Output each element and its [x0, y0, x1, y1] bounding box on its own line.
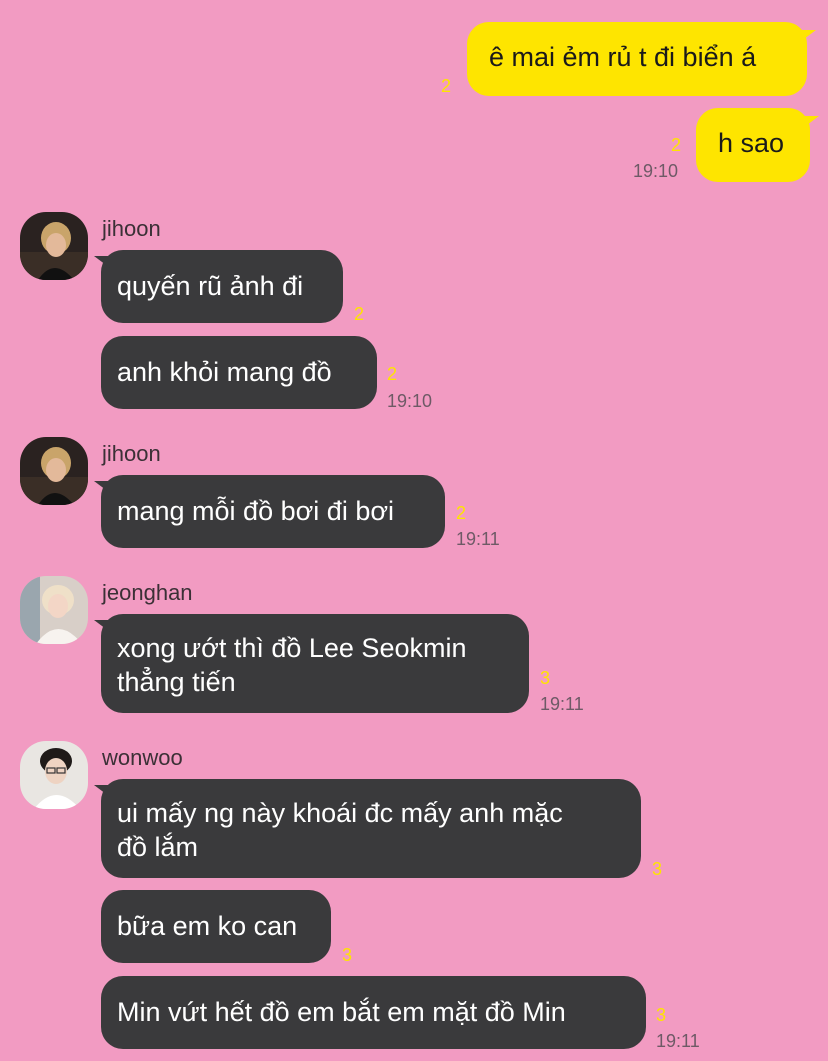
message-text: ê mai ẻm rủ t đi biển á — [489, 42, 757, 72]
message-text: anh khỏi mang đồ — [117, 357, 332, 387]
unread-count: 3 — [656, 1005, 667, 1025]
message-bubble[interactable]: ui mấy ng này khoái đc mấy anh mặc đồ lắ… — [101, 779, 641, 878]
sender-name: wonwoo — [102, 745, 183, 770]
unread-count: 3 — [652, 859, 663, 879]
message-text: mang mỗi đồ bơi đi bơi — [117, 496, 395, 526]
message-timestamp: 19:11 — [456, 529, 500, 549]
message-text-line: thẳng tiến — [117, 667, 236, 697]
message-text: bữa em ko can — [117, 911, 298, 941]
sender-name: jeonghan — [102, 580, 193, 605]
bubble-tail — [94, 256, 110, 268]
message-text-line: đồ lắm — [117, 832, 199, 862]
message-text: h sao — [718, 128, 785, 158]
unread-count: 2 — [441, 76, 452, 96]
jeonghan-avatar-icon[interactable] — [20, 576, 88, 644]
message-bubble[interactable]: anh khỏi mang đồ — [101, 336, 377, 409]
message-bubble[interactable]: Min vứt hết đồ em bắt em mặt đồ Min — [101, 976, 646, 1049]
message-text: Min vứt hết đồ em bắt em mặt đồ Min — [117, 997, 566, 1027]
bubble-tail — [800, 30, 816, 42]
jihoon-avatar-icon[interactable] — [20, 437, 88, 505]
unread-count: 2 — [387, 364, 398, 384]
message-bubble[interactable]: h sao — [696, 108, 810, 182]
bubble-tail — [94, 785, 110, 797]
message-bubble[interactable]: bữa em ko can — [101, 890, 331, 963]
message-text-line: xong ướt thì đồ Lee Seokmin — [117, 633, 467, 663]
sender-name: jihoon — [102, 441, 161, 466]
unread-count: 3 — [342, 945, 353, 965]
message-bubble[interactable]: xong ướt thì đồ Lee Seokmin thẳng tiến — [101, 614, 529, 713]
wonwoo-avatar-icon[interactable] — [20, 741, 88, 809]
unread-count: 3 — [540, 668, 551, 688]
sender-name: jihoon — [102, 216, 161, 241]
message-text: quyến rũ ảnh đi — [117, 271, 304, 301]
message-timestamp: 19:11 — [540, 694, 584, 714]
jihoon-avatar-icon[interactable] — [20, 212, 88, 280]
message-bubble[interactable]: ê mai ẻm rủ t đi biển á — [467, 22, 807, 96]
unread-count: 2 — [354, 304, 365, 324]
message-text-line: ui mấy ng này khoái đc mấy anh mặc — [117, 798, 563, 828]
message-timestamp: 19:10 — [387, 391, 433, 411]
message-timestamp: 19:10 — [633, 161, 679, 181]
message-bubble[interactable]: quyến rũ ảnh đi — [101, 250, 343, 323]
message-timestamp: 19:11 — [656, 1031, 700, 1051]
bubble-tail — [94, 481, 110, 493]
unread-count: 2 — [671, 135, 682, 155]
unread-count: 2 — [456, 503, 467, 523]
message-bubble[interactable]: mang mỗi đồ bơi đi bơi — [101, 475, 445, 548]
bubble-tail — [94, 620, 110, 632]
bubble-tail — [803, 116, 819, 128]
